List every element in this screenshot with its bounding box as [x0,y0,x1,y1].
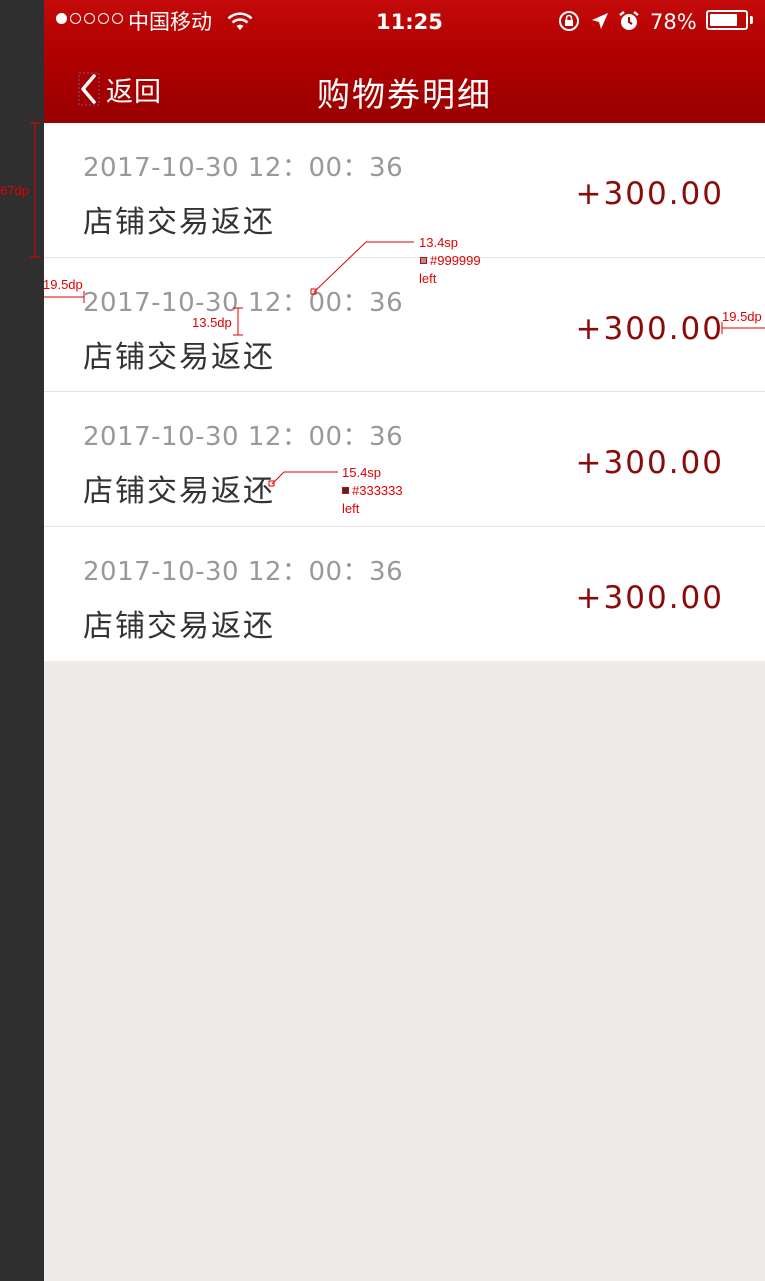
desc-color-swatch [342,487,349,494]
right-margin-annotation: 19.5dp [722,309,762,324]
row-height-annotation: 67dp [0,183,29,198]
date-color-annotation: #999999 [430,253,481,268]
date-color-swatch [420,257,427,264]
desc-align-annotation: left [342,501,360,516]
left-margin-annotation: 19.5dp [43,277,83,292]
desc-size-annotation: 15.4sp [342,465,382,480]
date-align-annotation: left [419,271,437,286]
annotation-lines [30,122,765,487]
desc-color-annotation: #333333 [352,483,403,498]
date-size-annotation: 13.4sp [419,235,459,250]
line-gap-annotation: 13.5dp [192,315,232,330]
